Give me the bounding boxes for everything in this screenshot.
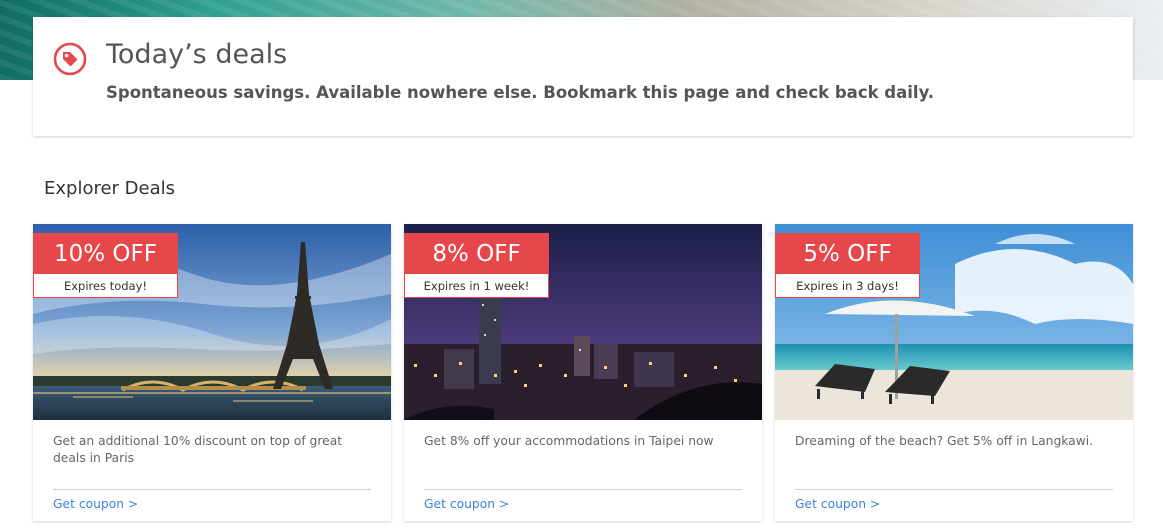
- deal-card-paris[interactable]: 10% OFF Expires today! Get an additional…: [33, 224, 391, 521]
- deal-description: Get an additional 10% discount on top of…: [53, 434, 343, 465]
- discount-label: 5% OFF: [775, 233, 920, 274]
- divider: [53, 489, 371, 490]
- divider: [795, 489, 1113, 490]
- discount-badge: 10% OFF Expires today!: [33, 233, 178, 298]
- page-subtitle: Spontaneous savings. Available nowhere e…: [106, 83, 935, 102]
- discount-label: 8% OFF: [404, 233, 549, 274]
- deal-card-langkawi[interactable]: 5% OFF Expires in 3 days! Dreaming of th…: [775, 224, 1133, 521]
- get-coupon-link[interactable]: Get coupon >: [795, 497, 880, 511]
- get-coupon-link[interactable]: Get coupon >: [53, 497, 138, 511]
- price-tag-icon: [53, 42, 87, 76]
- discount-label: 10% OFF: [33, 233, 178, 274]
- section-title: Explorer Deals: [44, 178, 176, 199]
- expiry-label: Expires in 1 week!: [404, 274, 549, 298]
- expiry-label: Expires in 3 days!: [775, 274, 920, 298]
- deal-description: Dreaming of the beach? Get 5% off in Lan…: [795, 434, 1094, 448]
- divider: [424, 489, 742, 490]
- deal-card-taipei[interactable]: 8% OFF Expires in 1 week! Get 8% off you…: [404, 224, 762, 521]
- deal-description: Get 8% off your accommodations in Taipei…: [424, 434, 714, 448]
- todays-deals-header: Today’s deals Spontaneous savings. Avail…: [33, 17, 1133, 136]
- expiry-label: Expires today!: [33, 274, 178, 298]
- discount-badge: 5% OFF Expires in 3 days!: [775, 233, 920, 298]
- discount-badge: 8% OFF Expires in 1 week!: [404, 233, 549, 298]
- page-title: Today’s deals: [106, 39, 288, 70]
- page: Today’s deals Spontaneous savings. Avail…: [0, 0, 1163, 528]
- get-coupon-link[interactable]: Get coupon >: [424, 497, 509, 511]
